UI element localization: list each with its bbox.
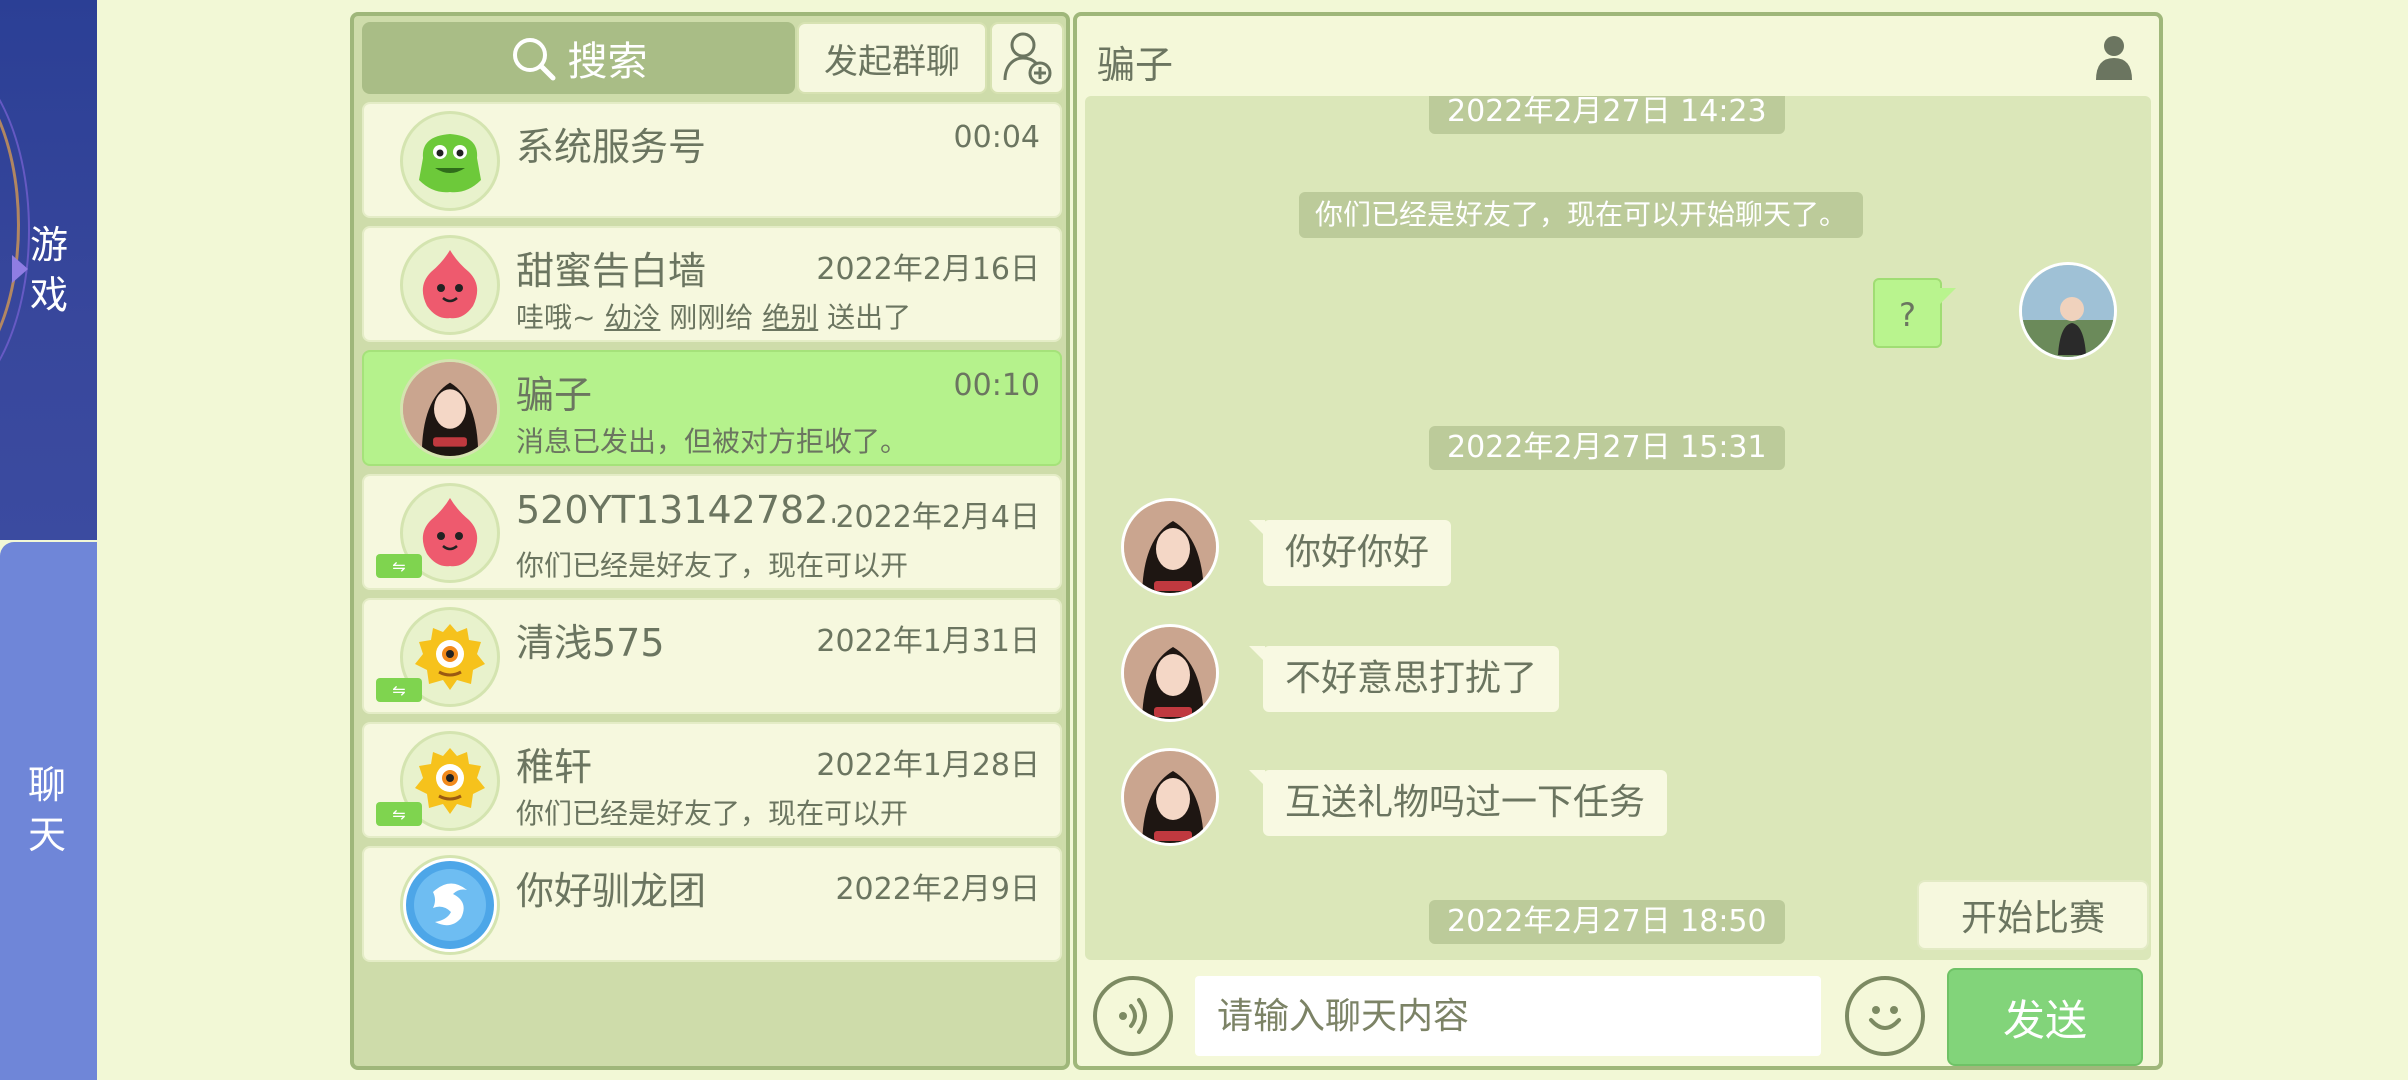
chat-list-item[interactable]: 甜蜜告白墙 2022年2月16日 哇哦~ 幼泠 刚刚给 绝别 送出了 bbox=[362, 226, 1062, 342]
smiley-icon bbox=[1869, 1006, 1901, 1030]
left-navigation: 游 戏 聊 天 bbox=[0, 0, 97, 1080]
nav-tab-chat-label: 聊 天 bbox=[22, 760, 72, 860]
voice-button[interactable] bbox=[1093, 976, 1173, 1056]
user-icon bbox=[2096, 36, 2132, 80]
search-button[interactable]: 搜索 bbox=[362, 22, 795, 94]
chat-time: 2022年1月28日 bbox=[816, 740, 1040, 784]
chat-list-item[interactable]: 系统服务号 00:04 bbox=[362, 102, 1062, 218]
chat-preview: 你们已经是好友了，现在可以开 bbox=[516, 549, 909, 582]
preview-text: 送出了 bbox=[818, 301, 912, 334]
incoming-message-bubble: 互送礼物吗过一下任务 bbox=[1248, 770, 1668, 836]
chat-list-item-active[interactable]: 骗子 00:10 消息已发出，但被对方拒收了。 bbox=[362, 350, 1062, 466]
incoming-message-bubble: 不好意思打扰了 bbox=[1248, 646, 1560, 712]
chat-name: 系统服务号 bbox=[516, 125, 707, 169]
chat-list-item[interactable]: 你好驯龙团 2022年2月9日 bbox=[362, 846, 1062, 962]
contact-avatar[interactable] bbox=[1121, 748, 1219, 846]
user-link[interactable]: 幼泠 bbox=[604, 301, 660, 334]
send-button[interactable]: 发送 bbox=[1947, 968, 2143, 1066]
chat-time: 00:10 bbox=[953, 368, 1040, 403]
chat-time: 00:04 bbox=[953, 120, 1040, 155]
contact-avatar[interactable] bbox=[1121, 624, 1219, 722]
friend-badge-icon: ⇋ bbox=[376, 802, 422, 826]
chat-list-item[interactable]: ⇋ 清浅575 2022年1月31日 bbox=[362, 598, 1062, 714]
emoji-button[interactable] bbox=[1845, 976, 1925, 1056]
my-avatar[interactable] bbox=[2019, 262, 2117, 360]
search-icon bbox=[512, 38, 555, 81]
start-match-button[interactable]: 开始比赛 bbox=[1917, 880, 2149, 950]
nav-char: 游 bbox=[29, 223, 68, 267]
pink-blob-avatar bbox=[400, 235, 500, 335]
nav-char: 天 bbox=[27, 813, 66, 857]
green-monster-avatar bbox=[400, 111, 500, 211]
chat-time: 2022年1月31日 bbox=[816, 616, 1040, 660]
add-friend-icon bbox=[1003, 32, 1052, 85]
message-area[interactable]: 2022年2月27日 14:23 你们已经是好友了，现在可以开始聊天了。 ? 2… bbox=[1085, 96, 2151, 960]
search-label: 搜索 bbox=[567, 39, 648, 85]
friend-badge-icon: ⇋ bbox=[376, 554, 422, 578]
chat-list-panel: 搜索 发起群聊 系统服务号 00:04 甜蜜告白墙 2022年2月16日 哇哦~… bbox=[350, 12, 1070, 1070]
chat-name: 骗子 bbox=[516, 373, 593, 417]
user-link[interactable]: 绝别 bbox=[762, 301, 818, 334]
chat-list-item[interactable]: ⇋ 520YT13142782... 2022年2月4日 你们已经是好友了，现在… bbox=[362, 474, 1062, 590]
preview-text: 哇哦~ bbox=[516, 301, 605, 334]
timestamp-divider: 2022年2月27日 18:50 bbox=[1429, 900, 1785, 944]
input-bar: 发送 bbox=[1077, 966, 2159, 1066]
conversation-panel: 骗子 2022年2月27日 14:23 你们已经是好友了，现在可以开始聊天了。 … bbox=[1073, 12, 2163, 1070]
add-friend-button[interactable] bbox=[990, 22, 1064, 94]
chat-preview: 你们已经是好友了，现在可以开 bbox=[516, 797, 909, 830]
chat-name: 清浅575 bbox=[516, 621, 665, 665]
chat-preview: 消息已发出，但被对方拒收了。 bbox=[516, 425, 909, 458]
friend-badge-icon: ⇋ bbox=[376, 678, 422, 702]
chat-name: 甜蜜告白墙 bbox=[516, 249, 707, 293]
chat-name: 你好驯龙团 bbox=[516, 869, 707, 913]
system-notice: 你们已经是好友了，现在可以开始聊天了。 bbox=[1299, 192, 1864, 238]
nav-char: 聊 bbox=[27, 763, 66, 807]
nav-tab-chat[interactable]: 聊 天 bbox=[0, 542, 97, 1080]
voice-icon bbox=[1119, 998, 1147, 1034]
incoming-message-bubble: 你好你好 bbox=[1248, 520, 1452, 586]
dragon-emblem-avatar bbox=[400, 855, 500, 955]
chat-preview: 哇哦~ 幼泠 刚刚给 绝别 送出了 bbox=[516, 296, 911, 336]
contact-avatar[interactable] bbox=[1121, 498, 1219, 596]
chat-list-item[interactable]: ⇋ 稚轩 2022年1月28日 你们已经是好友了，现在可以开 bbox=[362, 722, 1062, 838]
outgoing-message-bubble: ? bbox=[1873, 278, 1956, 348]
chat-time: 2022年2月9日 bbox=[835, 864, 1040, 908]
chat-name: 520YT13142782... bbox=[516, 488, 865, 532]
conversation-title: 骗子 bbox=[1097, 43, 1174, 87]
nav-tab-game-label: 游 戏 bbox=[24, 220, 74, 320]
timestamp-divider: 2022年2月27日 15:31 bbox=[1429, 426, 1785, 470]
chat-time: 2022年2月4日 bbox=[835, 492, 1040, 536]
preview-text: 刚刚给 bbox=[660, 301, 763, 334]
start-group-chat-button[interactable]: 发起群聊 bbox=[797, 22, 987, 94]
timestamp-divider: 2022年2月27日 14:23 bbox=[1429, 96, 1785, 134]
nav-char: 戏 bbox=[29, 273, 68, 317]
girl-photo-avatar bbox=[400, 359, 500, 459]
chat-input-field[interactable] bbox=[1195, 976, 1821, 1056]
user-profile-button[interactable] bbox=[2089, 32, 2139, 82]
chat-time: 2022年2月16日 bbox=[816, 244, 1040, 288]
chat-name: 稚轩 bbox=[516, 745, 593, 789]
nav-tab-game[interactable]: 游 戏 bbox=[0, 0, 97, 540]
